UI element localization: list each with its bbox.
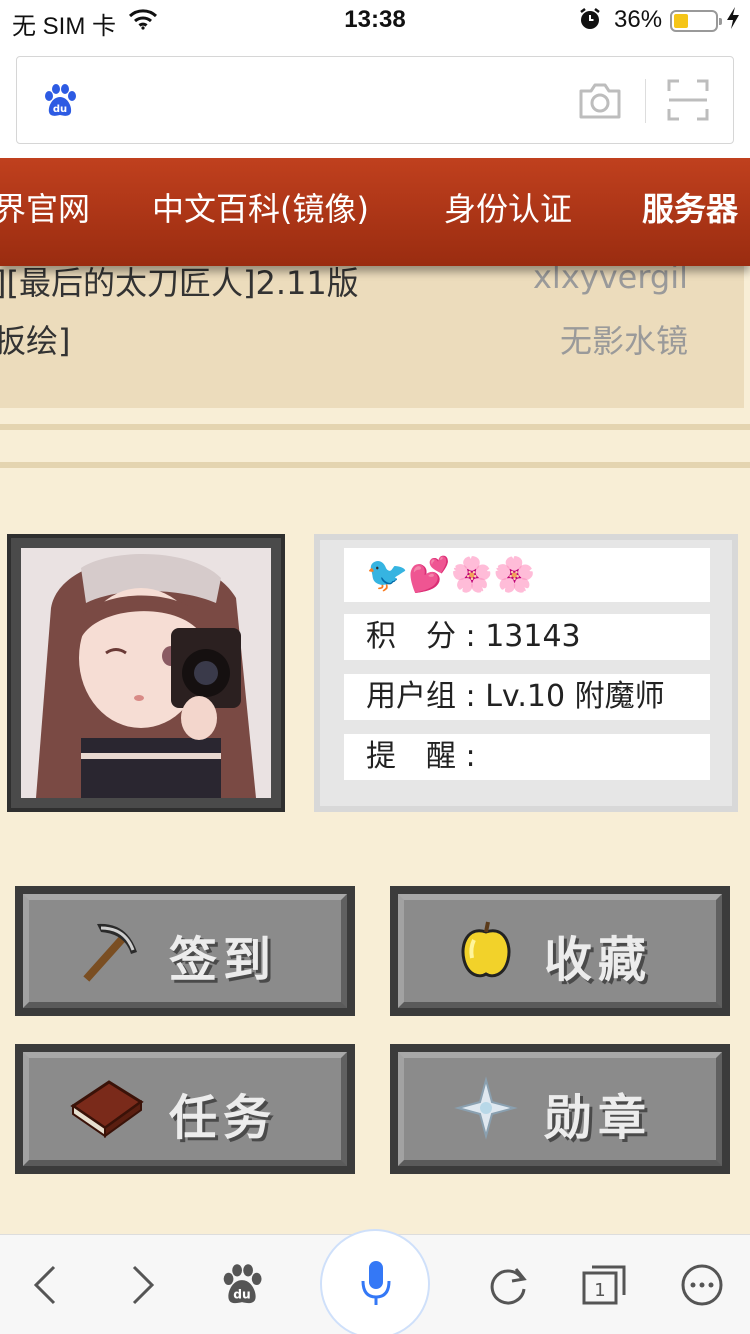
user-info-panel: 🐦💕🌸🌸 积 分 : 13143 用户组 : Lv.10 附魔师 提 醒 :	[314, 534, 738, 812]
pickaxe-icon	[79, 918, 143, 986]
forward-arrow-icon[interactable]	[128, 1263, 158, 1311]
checkin-button[interactable]: 签到	[15, 886, 355, 1016]
reminder-label: 提 醒 :	[366, 739, 476, 774]
search-bar: du	[0, 40, 750, 158]
medals-button[interactable]: 勋章	[390, 1044, 730, 1174]
charging-bolt-icon	[726, 6, 740, 36]
user-group-value: Lv.10 附魔师	[485, 679, 665, 714]
refresh-icon[interactable]	[486, 1263, 530, 1311]
divider	[0, 462, 750, 468]
browser-toolbar: du 1	[0, 1229, 750, 1334]
microphone-icon	[361, 1261, 391, 1305]
nav-item-official-site[interactable]: 界官网	[0, 184, 90, 230]
voice-search-button[interactable]	[320, 1229, 430, 1334]
user-group-label: 用户组 :	[366, 679, 476, 714]
favorites-button[interactable]: 收藏	[390, 886, 730, 1016]
reminder-row: 提 醒 :	[344, 734, 710, 780]
tabs-icon[interactable]: 1	[580, 1263, 628, 1311]
divider	[0, 424, 750, 430]
web-page: ][最后的太刀匠人]2.11版 xlxyvergil 扳绘] 无影水镜 界官网 …	[0, 158, 750, 1234]
points-value: 13143	[485, 619, 581, 654]
nav-item-identity-verify[interactable]: 身份认证	[444, 184, 572, 230]
baidu-paw-icon[interactable]: du	[43, 83, 77, 123]
user-group-row: 用户组 : Lv.10 附魔师	[344, 674, 710, 720]
user-nickname[interactable]: 🐦💕🌸🌸	[344, 548, 710, 602]
battery-icon	[670, 10, 722, 32]
back-arrow-icon[interactable]	[30, 1263, 60, 1311]
golden-apple-icon	[454, 918, 518, 986]
alarm-icon	[578, 7, 602, 38]
list-item[interactable]: ][最后的太刀匠人]2.11版 xlxyvergil	[0, 258, 744, 314]
avatar-image	[21, 548, 271, 798]
battery-percent: 36%	[614, 6, 663, 33]
divider	[645, 79, 646, 123]
favorites-label: 收藏	[544, 932, 653, 988]
search-input[interactable]: du	[16, 56, 734, 144]
camera-icon[interactable]	[577, 81, 623, 125]
more-icon[interactable]	[680, 1263, 724, 1311]
nav-item-server[interactable]: 服务器	[642, 184, 738, 230]
points-row: 积 分 : 13143	[344, 614, 710, 660]
nether-star-icon	[454, 1076, 518, 1144]
avatar[interactable]	[7, 534, 285, 812]
tasks-label: 任务	[169, 1090, 278, 1146]
tasks-button[interactable]: 任务	[15, 1044, 355, 1174]
post-title[interactable]: 扳绘]	[0, 316, 71, 362]
baidu-paw-icon[interactable]: du	[220, 1263, 264, 1311]
post-author[interactable]: 无影水镜	[560, 316, 688, 362]
svg-text:du: du	[233, 1287, 250, 1301]
scan-icon[interactable]	[667, 79, 709, 125]
book-icon	[69, 1076, 145, 1144]
medals-label: 勋章	[544, 1090, 653, 1146]
points-label: 积 分 :	[366, 619, 476, 654]
site-nav-bar: 界官网 中文百科(镜像) 身份认证 服务器	[0, 158, 750, 266]
checkin-label: 签到	[169, 932, 278, 988]
status-bar: 无 SIM 卡 13:38 36%	[0, 0, 750, 40]
svg-text:du: du	[53, 104, 67, 115]
tab-count: 1	[594, 1280, 605, 1301]
nav-item-wiki-mirror[interactable]: 中文百科(镜像)	[152, 184, 369, 230]
list-item[interactable]: 扳绘] 无影水镜	[0, 316, 744, 372]
